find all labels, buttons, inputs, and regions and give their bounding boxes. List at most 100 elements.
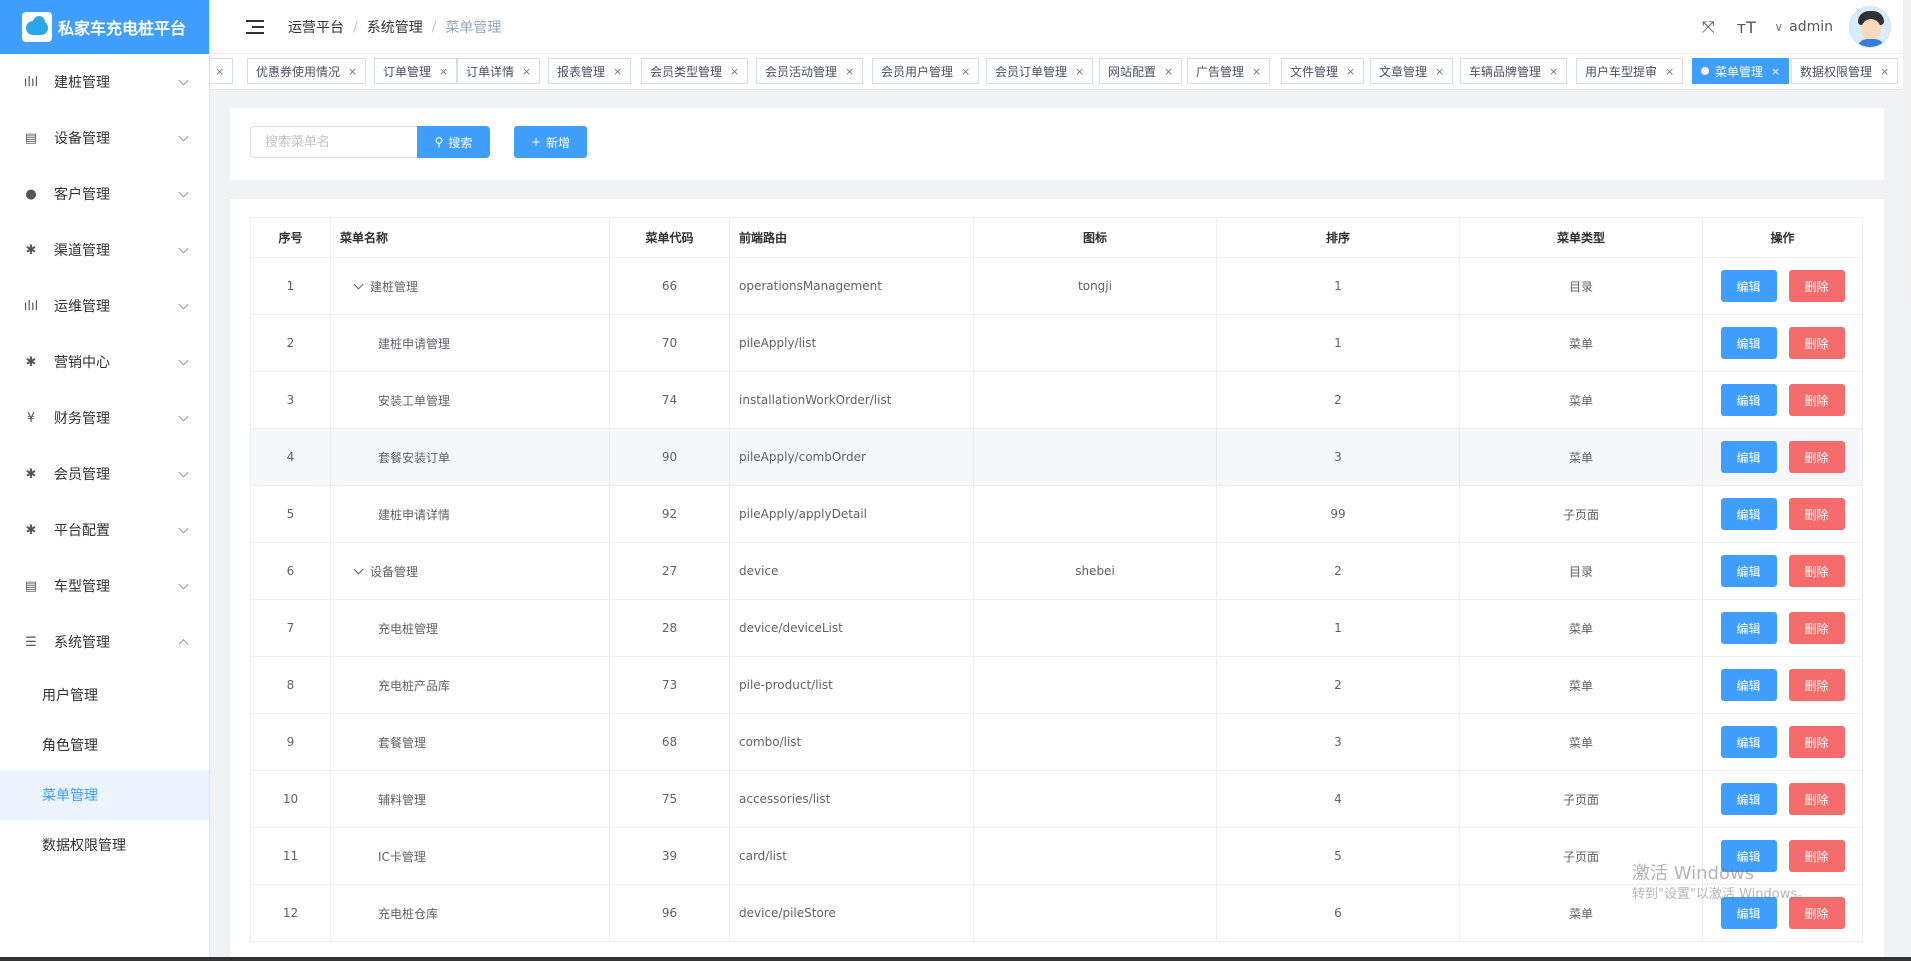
sidebar-item[interactable]: ▤ 设备管理	[0, 110, 209, 166]
cell-menu-code: 92	[609, 485, 730, 543]
app-logo[interactable]: 私家车充电桩平台	[0, 0, 209, 54]
font-size-icon[interactable]: ᴛT	[1736, 17, 1756, 37]
chevron-down-icon[interactable]	[353, 564, 364, 575]
chevron-down-icon[interactable]: ∨	[1774, 20, 1783, 34]
tag-item[interactable]: 网站配置 ×	[1099, 58, 1183, 84]
edit-button[interactable]: 编辑	[1720, 441, 1777, 473]
close-icon[interactable]: ×	[1549, 65, 1558, 78]
table-row[interactable]: 7 充电桩管理 28 device/deviceList 1 菜单 编辑 删除	[250, 599, 1863, 657]
tag-item[interactable]: 数据权限管理 ×	[1791, 58, 1899, 84]
tag-item[interactable]: 会员类型管理 ×	[641, 58, 749, 84]
delete-button[interactable]: 删除	[1788, 498, 1845, 530]
sidebar-item[interactable]: ✱ 会员管理	[0, 446, 209, 502]
edit-button[interactable]: 编辑	[1720, 270, 1777, 302]
edit-button[interactable]: 编辑	[1720, 555, 1777, 587]
close-icon[interactable]: ×	[1164, 65, 1173, 78]
table-row[interactable]: 12 充电桩仓库 96 device/pileStore 6 菜单 编辑 删除	[250, 884, 1863, 942]
table-row[interactable]: 8 充电桩产品库 73 pile-product/list 2 菜单 编辑 删除	[250, 656, 1863, 714]
scrollbar[interactable]	[1903, 0, 1911, 300]
edit-button[interactable]: 编辑	[1720, 384, 1777, 416]
table-row[interactable]: 11 IC卡管理 39 card/list 5 子页面 编辑 删除	[250, 827, 1863, 885]
breadcrumb-item[interactable]: 运营平台	[288, 17, 344, 37]
close-icon[interactable]: ×	[1346, 65, 1355, 78]
cell-sort: 99	[1216, 485, 1460, 543]
close-icon[interactable]: ×	[1252, 65, 1261, 78]
delete-button[interactable]: 删除	[1788, 327, 1845, 359]
close-icon[interactable]: ×	[348, 65, 357, 78]
chevron-down-icon[interactable]	[353, 279, 364, 290]
close-icon[interactable]: ×	[439, 65, 448, 78]
sidebar-subitem[interactable]: 数据权限管理	[0, 820, 209, 870]
close-icon[interactable]: ×	[1435, 65, 1444, 78]
tag-item[interactable]: 菜单管理 ×	[1692, 58, 1790, 84]
table-row[interactable]: 3 安装工单管理 74 installationWorkOrder/list 2 菜单 编辑…	[250, 371, 1863, 429]
edit-button[interactable]: 编辑	[1720, 612, 1777, 644]
table-row[interactable]: 4 套餐安装订单 90 pileApply/combOrder 3 菜单 编辑 删除	[250, 428, 1863, 486]
sidebar-subitem[interactable]: 角色管理	[0, 720, 209, 770]
delete-button[interactable]: 删除	[1788, 441, 1845, 473]
delete-button[interactable]: 删除	[1788, 726, 1845, 758]
table-row[interactable]: 5 建桩申请详情 92 pileApply/applyDetail 99 子页面 编辑 删除	[250, 485, 1863, 543]
delete-button[interactable]: 删除	[1788, 270, 1845, 302]
avatar[interactable]	[1849, 6, 1891, 48]
tag-item[interactable]: 文件管理 ×	[1281, 58, 1365, 84]
sidebar-item[interactable]: ● 客户管理	[0, 166, 209, 222]
close-icon[interactable]: ×	[613, 65, 622, 78]
add-button[interactable]: + 新增	[514, 126, 587, 158]
edit-button[interactable]: 编辑	[1720, 327, 1777, 359]
tag-item[interactable]: 会员活动管理 ×	[756, 58, 864, 84]
close-icon[interactable]: ×	[522, 65, 531, 78]
breadcrumb-current: 菜单管理	[445, 19, 502, 36]
edit-button[interactable]: 编辑	[1720, 726, 1777, 758]
edit-button[interactable]: 编辑	[1720, 498, 1777, 530]
close-icon[interactable]: ×	[215, 65, 224, 78]
tag-item[interactable]: 车辆品牌管理 ×	[1460, 58, 1568, 84]
close-icon[interactable]: ×	[1880, 65, 1889, 78]
close-icon[interactable]: ×	[1665, 65, 1674, 78]
tag-item[interactable]: 会员用户管理 ×	[872, 58, 980, 84]
tag-item[interactable]: ᵎ×	[210, 58, 234, 84]
tag-item[interactable]: 广告管理 ×	[1187, 58, 1271, 84]
sidebar-item[interactable]: ☰ 系统管理	[0, 614, 209, 670]
table-row[interactable]: 1 建桩管理 66 operationsManagement tongji 1 目录 编辑 删除	[250, 257, 1863, 315]
fullscreen-icon[interactable]: ⤧	[1698, 17, 1718, 37]
search-button[interactable]: ⚲ 搜索	[417, 126, 490, 158]
sidebar-item[interactable]: ✱ 营销中心	[0, 334, 209, 390]
user-name[interactable]: admin	[1789, 19, 1833, 35]
tag-item[interactable]: 订单详情 ×	[457, 58, 541, 84]
delete-button[interactable]: 删除	[1788, 555, 1845, 587]
sidebar-item[interactable]: ✱ 渠道管理	[0, 222, 209, 278]
tag-item[interactable]: 文章管理 ×	[1370, 58, 1454, 84]
cell-index: 6	[250, 542, 331, 600]
table-row[interactable]: 10 辅料管理 75 accessories/list 4 子页面 编辑 删除	[250, 770, 1863, 828]
hamburger-icon[interactable]	[246, 19, 264, 34]
close-icon[interactable]: ×	[730, 65, 739, 78]
close-icon[interactable]: ×	[961, 65, 970, 78]
tag-item[interactable]: 报表管理 ×	[548, 58, 632, 84]
delete-button[interactable]: 删除	[1788, 669, 1845, 701]
delete-button[interactable]: 删除	[1788, 384, 1845, 416]
search-input[interactable]	[250, 126, 418, 158]
edit-button[interactable]: 编辑	[1720, 669, 1777, 701]
sidebar-item[interactable]: ılıl 建桩管理	[0, 54, 209, 110]
tag-item[interactable]: 订单管理 ×	[374, 58, 458, 84]
close-icon[interactable]: ×	[845, 65, 854, 78]
close-icon[interactable]: ×	[1771, 65, 1780, 78]
tag-item[interactable]: 优惠券使用情况 ×	[247, 58, 367, 84]
table-row[interactable]: 6 设备管理 27 device shebei 2 目录 编辑 删除	[250, 542, 1863, 600]
close-icon[interactable]: ×	[1075, 65, 1084, 78]
sidebar-item[interactable]: ılıl 运维管理	[0, 278, 209, 334]
tag-item[interactable]: 会员订单管理 ×	[986, 58, 1094, 84]
sidebar-item[interactable]: ▤ 车型管理	[0, 558, 209, 614]
delete-button[interactable]: 删除	[1788, 783, 1845, 815]
breadcrumb-item[interactable]: 系统管理	[367, 17, 423, 37]
sidebar-subitem[interactable]: 菜单管理	[0, 770, 209, 820]
sidebar-subitem[interactable]: 用户管理	[0, 670, 209, 720]
sidebar-item[interactable]: ¥ 财务管理	[0, 390, 209, 446]
table-row[interactable]: 2 建桩申请管理 70 pileApply/list 1 菜单 编辑 删除	[250, 314, 1863, 372]
edit-button[interactable]: 编辑	[1720, 783, 1777, 815]
delete-button[interactable]: 删除	[1788, 612, 1845, 644]
tag-item[interactable]: 用户车型提审 ×	[1576, 58, 1684, 84]
sidebar-item[interactable]: ✱ 平台配置	[0, 502, 209, 558]
table-row[interactable]: 9 套餐管理 68 combo/list 3 菜单 编辑 删除	[250, 713, 1863, 771]
